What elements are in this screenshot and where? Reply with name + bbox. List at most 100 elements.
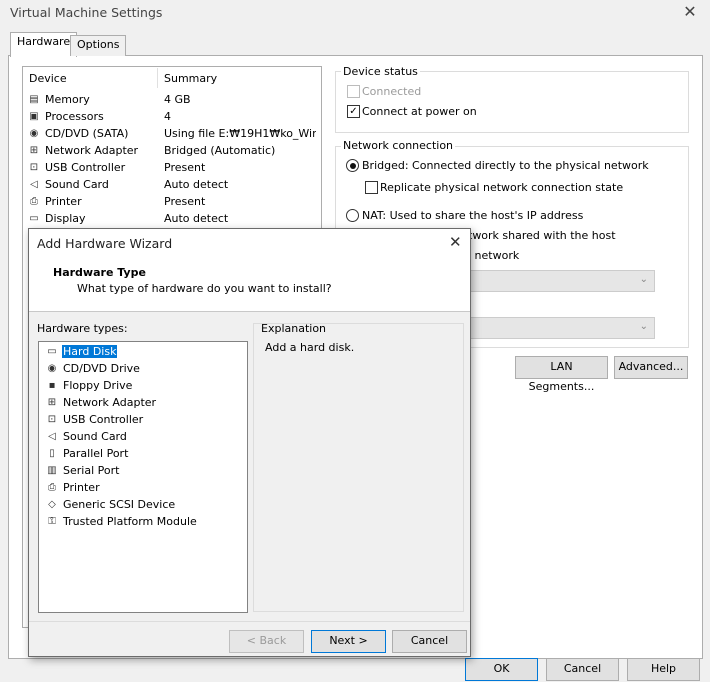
network-icon: ⊞ [29,145,39,156]
device-name: Network Adapter [45,144,139,157]
close-icon[interactable]: ✕ [680,2,700,21]
ok-button[interactable]: OK [465,658,538,681]
wizard-cancel-button[interactable]: Cancel [392,630,467,653]
custom-network-select[interactable]: ⌄ [468,270,655,292]
nat-label: NAT: Used to share the host's IP address [362,209,584,222]
device-summary: 4 GB [164,93,191,106]
tab-options[interactable]: Options [70,35,127,56]
device-row-cd-dvd[interactable]: ◉ CD/DVD (SATA) Using file E:₩19H1₩ko_Wi… [22,126,320,143]
wizard-close-icon[interactable]: ✕ [449,233,462,251]
device-summary: Auto detect [164,212,229,225]
wizard-header: Add Hardware Wizard ✕ Hardware Type What… [29,229,470,312]
nat-radio[interactable] [346,209,359,222]
device-summary: Present [164,161,206,174]
help-button[interactable]: Help [627,658,700,681]
chevron-down-icon: ⌄ [639,321,648,332]
processor-icon: ▣ [29,111,39,122]
connected-checkbox[interactable] [347,85,360,98]
network-connection-title: Network connection [341,139,456,152]
column-summary[interactable]: Summary [164,72,217,85]
usb-icon: ⊡ [47,414,57,425]
host-only-label: twork shared with the host [468,229,616,242]
device-summary: 4 [164,110,171,123]
device-row-processors[interactable]: ▣ Processors 4 [22,109,320,126]
device-status-title: Device status [341,65,420,78]
device-row-printer[interactable]: ⎙ Printer Present [22,194,320,211]
advanced-button[interactable]: Advanced... [614,356,688,379]
device-name: CD/DVD (SATA) [45,127,129,140]
device-summary: Present [164,195,206,208]
list-item-hard-disk[interactable]: ▭ Hard Disk [45,344,240,361]
list-item-serial-port[interactable]: ▥ Serial Port [45,463,240,480]
floppy-icon: ▪ [48,380,56,391]
connected-label: Connected [362,85,422,98]
list-item-trusted-platform-module[interactable]: ⚿ Trusted Platform Module [45,514,240,531]
list-item-printer[interactable]: ⎙ Printer [45,480,240,497]
list-item-label: Hard Disk [62,345,118,358]
replicate-label: Replicate physical network connection st… [380,181,624,194]
network-icon: ⊞ [47,397,57,408]
list-item-label: CD/DVD Drive [63,362,140,375]
list-item-sound-card[interactable]: ◁ Sound Card [45,429,240,446]
device-name: Processors [45,110,104,123]
device-summary: Using file E:₩19H1₩ko_Win... [164,127,316,140]
wizard-subheading: What type of hardware do you want to ins… [77,282,332,295]
connect-at-power-on-label: Connect at power on [362,105,477,118]
device-row-network-adapter[interactable]: ⊞ Network Adapter Bridged (Automatic) [22,143,320,160]
replicate-checkbox[interactable] [365,181,378,194]
wizard-title: Add Hardware Wizard [37,236,173,251]
custom-network-label: l network [468,249,520,262]
device-row-usb-controller[interactable]: ⊡ USB Controller Present [22,160,320,177]
bridged-radio[interactable] [346,159,359,172]
connect-at-power-on-checkbox[interactable]: ✓ [347,105,360,118]
explanation-group [253,323,464,612]
back-button[interactable]: < Back [229,630,304,653]
tpm-icon: ⚿ [48,516,56,527]
list-item-usb-controller[interactable]: ⊡ USB Controller [45,412,240,429]
device-name: Sound Card [45,178,109,191]
list-item-label: Generic SCSI Device [63,498,176,511]
next-button[interactable]: Next > [311,630,386,653]
device-row-memory[interactable]: ▤ Memory 4 GB [22,92,320,109]
list-item-parallel-port[interactable]: ▯ Parallel Port [45,446,240,463]
serial-port-icon: ▥ [47,465,57,476]
device-name: Printer [45,195,82,208]
lan-segment-select[interactable]: ⌄ [468,317,655,339]
explanation-text: Add a hard disk. [265,341,355,354]
sound-icon: ◁ [48,431,56,442]
memory-icon: ▤ [29,94,39,105]
cancel-button[interactable]: Cancel [546,658,619,681]
printer-icon: ⎙ [48,482,56,493]
wizard-heading: Hardware Type [53,266,146,279]
hard-disk-icon: ▭ [47,346,57,357]
hardware-types-list[interactable]: ▭ Hard Disk ◉ CD/DVD Drive ▪ Floppy Driv… [38,341,248,613]
device-row-sound-card[interactable]: ◁ Sound Card Auto detect [22,177,320,194]
sound-icon: ◁ [30,179,38,190]
column-device[interactable]: Device [29,72,67,85]
cd-dvd-icon: ◉ [47,363,57,374]
lan-segments-button[interactable]: LAN Segments... [515,356,608,393]
usb-icon: ⊡ [29,162,39,173]
list-item-label: USB Controller [63,413,144,426]
list-item-generic-scsi-device[interactable]: ◇ Generic SCSI Device [45,497,240,514]
printer-icon: ⎙ [30,196,38,207]
add-hardware-wizard: Add Hardware Wizard ✕ Hardware Type What… [28,228,471,657]
bridged-label: Bridged: Connected directly to the physi… [362,159,649,172]
scsi-icon: ◇ [48,499,56,510]
explanation-label: Explanation [261,322,327,335]
hardware-types-label: Hardware types: [37,322,128,335]
column-separator [157,68,158,88]
list-item-label: Floppy Drive [63,379,133,392]
device-row-display[interactable]: ▭ Display Auto detect [22,211,320,228]
list-item-network-adapter[interactable]: ⊞ Network Adapter [45,395,240,412]
tab-hardware[interactable]: Hardware [10,32,78,57]
list-item-label: Serial Port [63,464,120,477]
list-item-floppy-drive[interactable]: ▪ Floppy Drive [45,378,240,395]
chevron-down-icon: ⌄ [639,274,648,285]
device-name: USB Controller [45,161,126,174]
device-name: Display [45,212,86,225]
device-name: Memory [45,93,90,106]
parallel-port-icon: ▯ [49,448,55,459]
device-status-group [335,71,689,133]
list-item-cd-dvd-drive[interactable]: ◉ CD/DVD Drive [45,361,240,378]
